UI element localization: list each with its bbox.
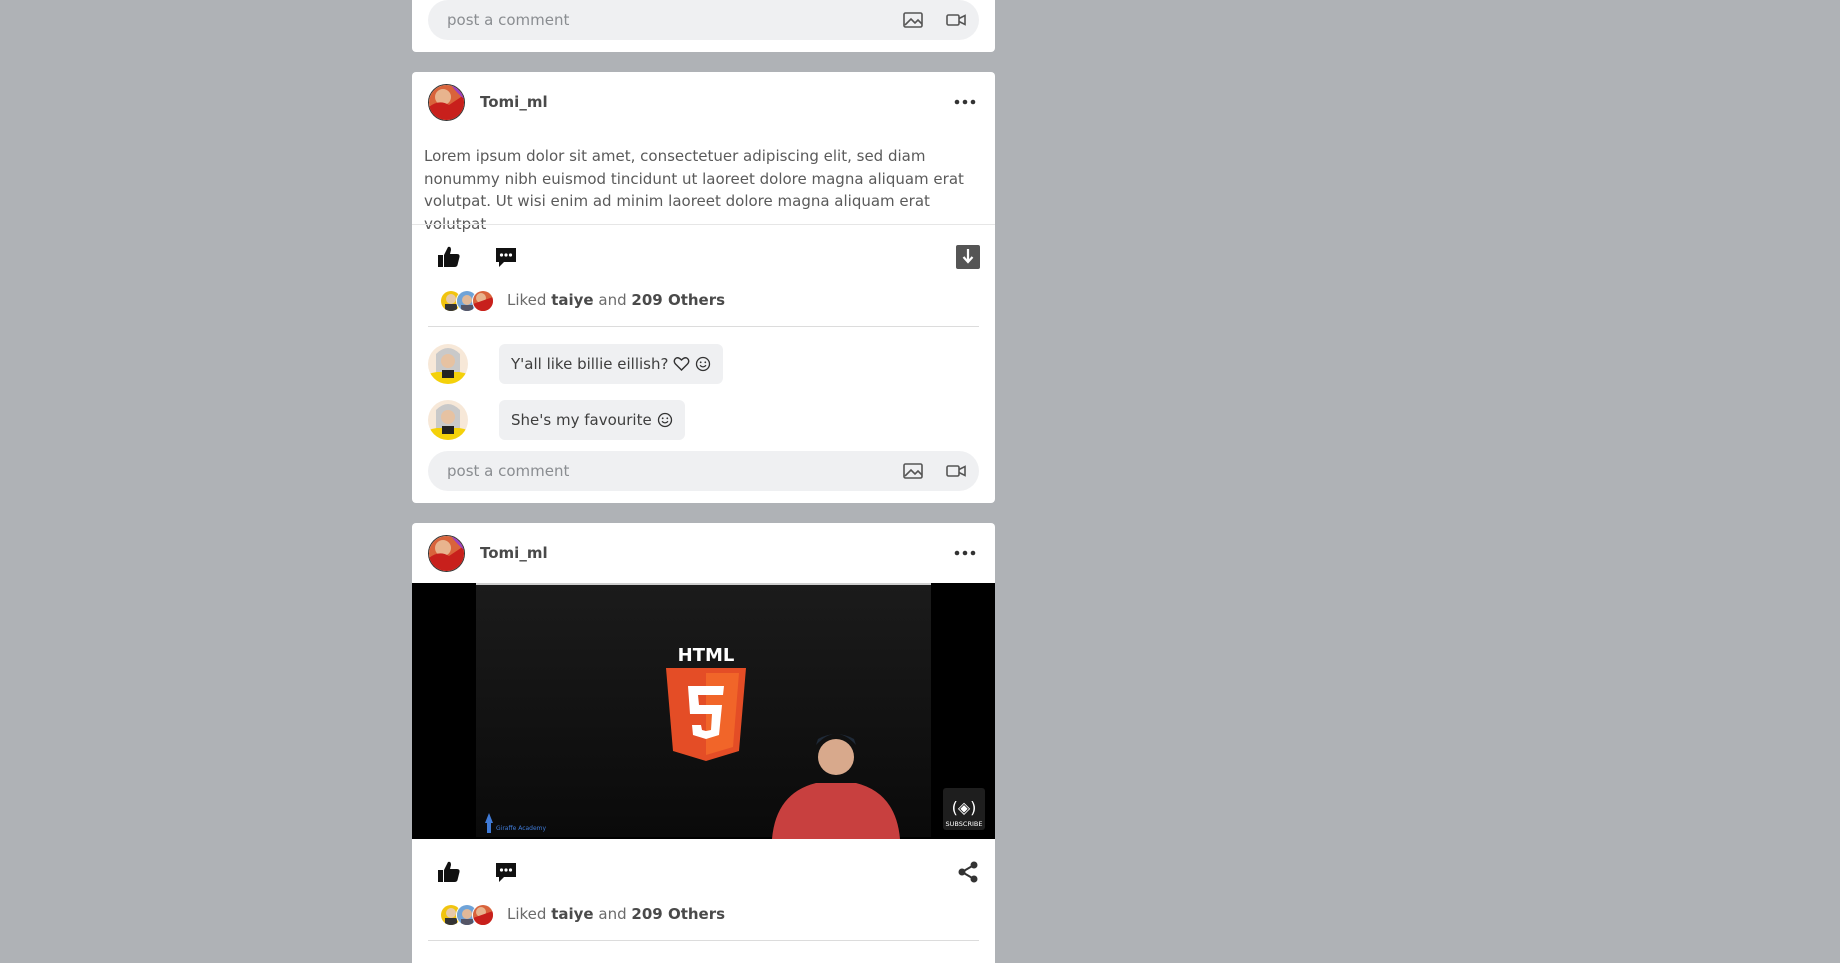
username[interactable]: Tomi_ml: [480, 544, 548, 562]
emoji-icon[interactable]: [657, 412, 673, 428]
comment-text: Y'all like billie eillish?: [511, 355, 669, 373]
download-icon[interactable]: [955, 244, 981, 270]
post-card: Tomi_ml Lorem ipsum dolor sit amet, cons…: [412, 72, 995, 503]
emoji-icon[interactable]: [695, 356, 711, 372]
others-count[interactable]: 209 Others: [631, 291, 725, 309]
divider: [428, 940, 979, 941]
comment-placeholder: post a comment: [447, 462, 570, 480]
video-player[interactable]: Giraffe Academy (◈) SUBSCRIBE HTML: [412, 583, 995, 839]
liker-name[interactable]: taiye: [551, 905, 593, 923]
video-camera-icon[interactable]: [945, 9, 967, 31]
likes-summary[interactable]: Liked taiye and 209 Others: [428, 288, 968, 312]
image-icon[interactable]: [902, 460, 924, 482]
like-icon[interactable]: [436, 859, 462, 885]
share-icon[interactable]: [955, 859, 981, 885]
svg-text:(◈): (◈): [952, 798, 977, 817]
divider: [412, 224, 995, 225]
others-count[interactable]: 209 Others: [631, 905, 725, 923]
video-camera-icon[interactable]: [945, 460, 967, 482]
heart-icon[interactable]: [673, 356, 690, 372]
comment-icon[interactable]: [493, 859, 519, 885]
post-actions: Liked taiye and 209 Others: [412, 839, 995, 955]
post-text: Lorem ipsum dolor sit amet, consectetuer…: [424, 147, 964, 233]
comment-item: She's my favourite: [428, 400, 828, 440]
divider: [428, 326, 979, 327]
liker-avatar: [472, 290, 494, 312]
post-header: Tomi_ml: [412, 523, 995, 582]
comment-item: Y'all like billie eillish?: [428, 344, 828, 384]
comment-text: She's my favourite: [511, 411, 652, 429]
username[interactable]: Tomi_ml: [480, 93, 548, 111]
user-avatar[interactable]: [428, 535, 465, 572]
comment-input[interactable]: post a comment: [428, 451, 979, 491]
more-options-icon[interactable]: [953, 92, 977, 112]
video-thumbnail: Giraffe Academy (◈) SUBSCRIBE HTML: [412, 583, 995, 839]
post-header: Tomi_ml: [412, 72, 995, 131]
more-options-icon[interactable]: [953, 543, 977, 563]
likes-text: Liked taiye and 209 Others: [507, 905, 726, 923]
commenter-avatar[interactable]: [428, 344, 468, 384]
svg-text:HTML: HTML: [678, 645, 735, 666]
like-icon[interactable]: [436, 244, 462, 270]
post-card-previous: post a comment: [412, 0, 995, 52]
comment-placeholder: post a comment: [447, 11, 570, 29]
comment-bubble: She's my favourite: [499, 400, 685, 440]
liker-avatar: [472, 904, 494, 926]
image-icon[interactable]: [902, 9, 924, 31]
svg-text:Giraffe Academy: Giraffe Academy: [496, 825, 547, 832]
liker-name[interactable]: taiye: [551, 291, 593, 309]
comment-bubble: Y'all like billie eillish?: [499, 344, 724, 384]
commenter-avatar[interactable]: [428, 400, 468, 440]
comment-icon[interactable]: [493, 244, 519, 270]
likes-text: Liked taiye and 209 Others: [507, 291, 726, 309]
likes-summary[interactable]: Liked taiye and 209 Others: [428, 902, 968, 926]
comment-input[interactable]: post a comment: [428, 0, 979, 40]
svg-text:SUBSCRIBE: SUBSCRIBE: [946, 820, 983, 828]
user-avatar[interactable]: [428, 84, 465, 121]
